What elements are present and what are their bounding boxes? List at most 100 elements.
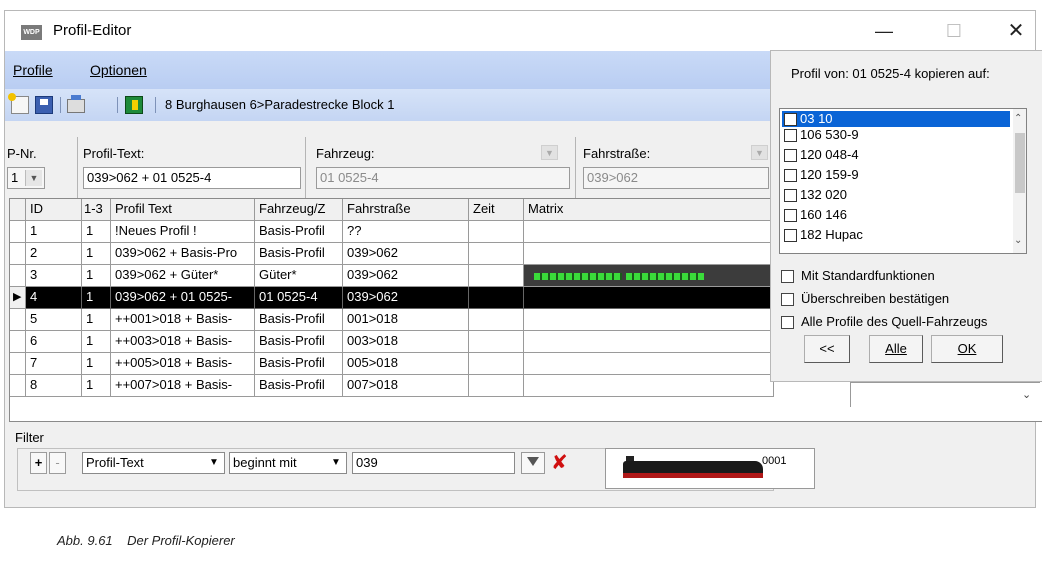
cell-13[interactable]: 1 [82, 265, 111, 287]
cell-fahrzeug[interactable]: Basis-Profil [255, 243, 343, 265]
cell-fahrzeug[interactable]: Basis-Profil [255, 375, 343, 397]
list-item[interactable]: 03 10 [782, 111, 1010, 127]
cell-zeit[interactable] [469, 331, 524, 353]
list-item[interactable]: 120 159-9 [782, 167, 1010, 183]
cell-fahrzeug[interactable]: Güter* [255, 265, 343, 287]
cell-profiltext[interactable]: 039>062 + 01 0525- [111, 287, 255, 309]
checkbox[interactable] [784, 229, 797, 242]
column-header-id[interactable]: ID [26, 199, 82, 221]
chevron-down-icon[interactable]: ▼ [25, 170, 42, 186]
cell-fahrstrasse[interactable]: 039>062 [343, 265, 469, 287]
scroll-down-icon[interactable]: ⌄ [1014, 235, 1022, 246]
cell-zeit[interactable] [469, 287, 524, 309]
minimize-button[interactable]: — [867, 19, 901, 43]
cell-fahrzeug[interactable]: Basis-Profil [255, 353, 343, 375]
cell-matrix[interactable] [524, 221, 774, 243]
checkbox[interactable] [784, 129, 797, 142]
cell-fahrstrasse[interactable]: 003>018 [343, 331, 469, 353]
cell-fahrzeug[interactable]: Basis-Profil [255, 309, 343, 331]
filter-field-select[interactable]: Profil-Text ▼ [82, 452, 225, 474]
cell-fahrstrasse[interactable]: 001>018 [343, 309, 469, 331]
filter-value-input[interactable]: 039 [352, 452, 515, 474]
save-icon[interactable] [35, 96, 53, 114]
cell-fahrstrasse[interactable]: 039>062 [343, 243, 469, 265]
filter-apply-icon[interactable] [521, 452, 545, 474]
column-header-zeit[interactable]: Zeit [469, 199, 524, 221]
row-indicator[interactable] [10, 353, 26, 375]
row-indicator[interactable] [10, 265, 26, 287]
list-item[interactable]: 160 146 [782, 207, 1010, 223]
cell-zeit[interactable] [469, 265, 524, 287]
column-header-fahrzeug[interactable]: Fahrzeug/Z [255, 199, 343, 221]
cell-matrix[interactable] [524, 375, 774, 397]
cell-matrix[interactable] [524, 353, 774, 375]
cell-matrix[interactable] [524, 287, 774, 309]
cell-matrix[interactable] [524, 309, 774, 331]
cell-id[interactable]: 8 [26, 375, 82, 397]
select-all-button[interactable]: Alle [869, 335, 923, 363]
list-scrollbar[interactable]: ⌃ ⌄ [1013, 109, 1026, 253]
cell-profiltext[interactable]: ++001>018 + Basis- [111, 309, 255, 331]
cell-matrix[interactable] [524, 243, 774, 265]
cell-fahrzeug[interactable]: Basis-Profil [255, 331, 343, 353]
fahrstrasse-dropdown-button[interactable]: ▼ [751, 145, 768, 160]
scroll-up-icon[interactable]: ⌃ [1014, 113, 1022, 124]
maximize-button[interactable]: ☐ [937, 19, 971, 43]
cell-id[interactable]: 6 [26, 331, 82, 353]
cell-matrix[interactable] [524, 265, 774, 287]
scrollbar-thumb[interactable] [1015, 133, 1025, 193]
title-bar[interactable]: WDP Profil-Editor — ☐ ✕ [5, 11, 1035, 51]
checkbox[interactable] [784, 113, 797, 126]
row-indicator[interactable] [10, 331, 26, 353]
cell-13[interactable]: 1 [82, 353, 111, 375]
cell-fahrstrasse[interactable]: 005>018 [343, 353, 469, 375]
list-item[interactable]: 106 530-9 [782, 127, 1010, 143]
row-indicator[interactable]: ▶ [10, 287, 26, 309]
row-indicator[interactable] [10, 243, 26, 265]
cell-13[interactable]: 1 [82, 243, 111, 265]
cell-id[interactable]: 3 [26, 265, 82, 287]
exit-icon[interactable] [125, 96, 143, 114]
column-header-13[interactable]: 1-3 [82, 199, 111, 221]
filter-operator-select[interactable]: beginnt mit ▼ [229, 452, 347, 474]
cell-profiltext[interactable]: ++005>018 + Basis- [111, 353, 255, 375]
profiltext-input[interactable]: 039>062 + 01 0525-4 [83, 167, 301, 189]
row-indicator[interactable] [10, 309, 26, 331]
cell-13[interactable]: 1 [82, 287, 111, 309]
cell-13[interactable]: 1 [82, 375, 111, 397]
cell-zeit[interactable] [469, 243, 524, 265]
checkbox[interactable] [781, 270, 794, 283]
cell-13[interactable]: 1 [82, 221, 111, 243]
filter-clear-button[interactable]: ✘ [547, 452, 571, 474]
cell-profiltext[interactable]: ++007>018 + Basis- [111, 375, 255, 397]
cell-zeit[interactable] [469, 309, 524, 331]
cell-fahrzeug[interactable]: Basis-Profil [255, 221, 343, 243]
fahrzeug-dropdown-button[interactable]: ▼ [541, 145, 558, 160]
checkbox[interactable] [781, 316, 794, 329]
ok-button[interactable]: OK [931, 335, 1003, 363]
column-header-profiltext[interactable]: Profil Text [111, 199, 255, 221]
cell-profiltext[interactable]: 039>062 + Güter* [111, 265, 255, 287]
row-indicator[interactable] [10, 221, 26, 243]
cell-profiltext[interactable]: !Neues Profil ! [111, 221, 255, 243]
cell-profiltext[interactable]: ++003>018 + Basis- [111, 331, 255, 353]
list-item[interactable]: 120 048-4 [782, 147, 1010, 163]
cell-fahrstrasse[interactable]: ?? [343, 221, 469, 243]
filter-add-button[interactable]: + [30, 452, 47, 474]
filter-remove-button[interactable]: - [49, 452, 66, 474]
cell-id[interactable]: 5 [26, 309, 82, 331]
menu-profile[interactable]: Profile [13, 62, 53, 78]
cell-zeit[interactable] [469, 353, 524, 375]
target-vehicle-list[interactable]: 03 10 106 530-9 120 048-4 120 159-9 132 … [779, 108, 1027, 254]
menu-options[interactable]: Optionen [90, 62, 147, 78]
cell-id[interactable]: 1 [26, 221, 82, 243]
column-header-matrix[interactable]: Matrix [524, 199, 774, 221]
cell-13[interactable]: 1 [82, 309, 111, 331]
cell-13[interactable]: 1 [82, 331, 111, 353]
list-item[interactable]: 132 020 [782, 187, 1010, 203]
checkbox[interactable] [784, 149, 797, 162]
checkbox[interactable] [784, 169, 797, 182]
checkbox[interactable] [784, 189, 797, 202]
cell-id[interactable]: 4 [26, 287, 82, 309]
cell-fahrstrasse[interactable]: 039>062 [343, 287, 469, 309]
